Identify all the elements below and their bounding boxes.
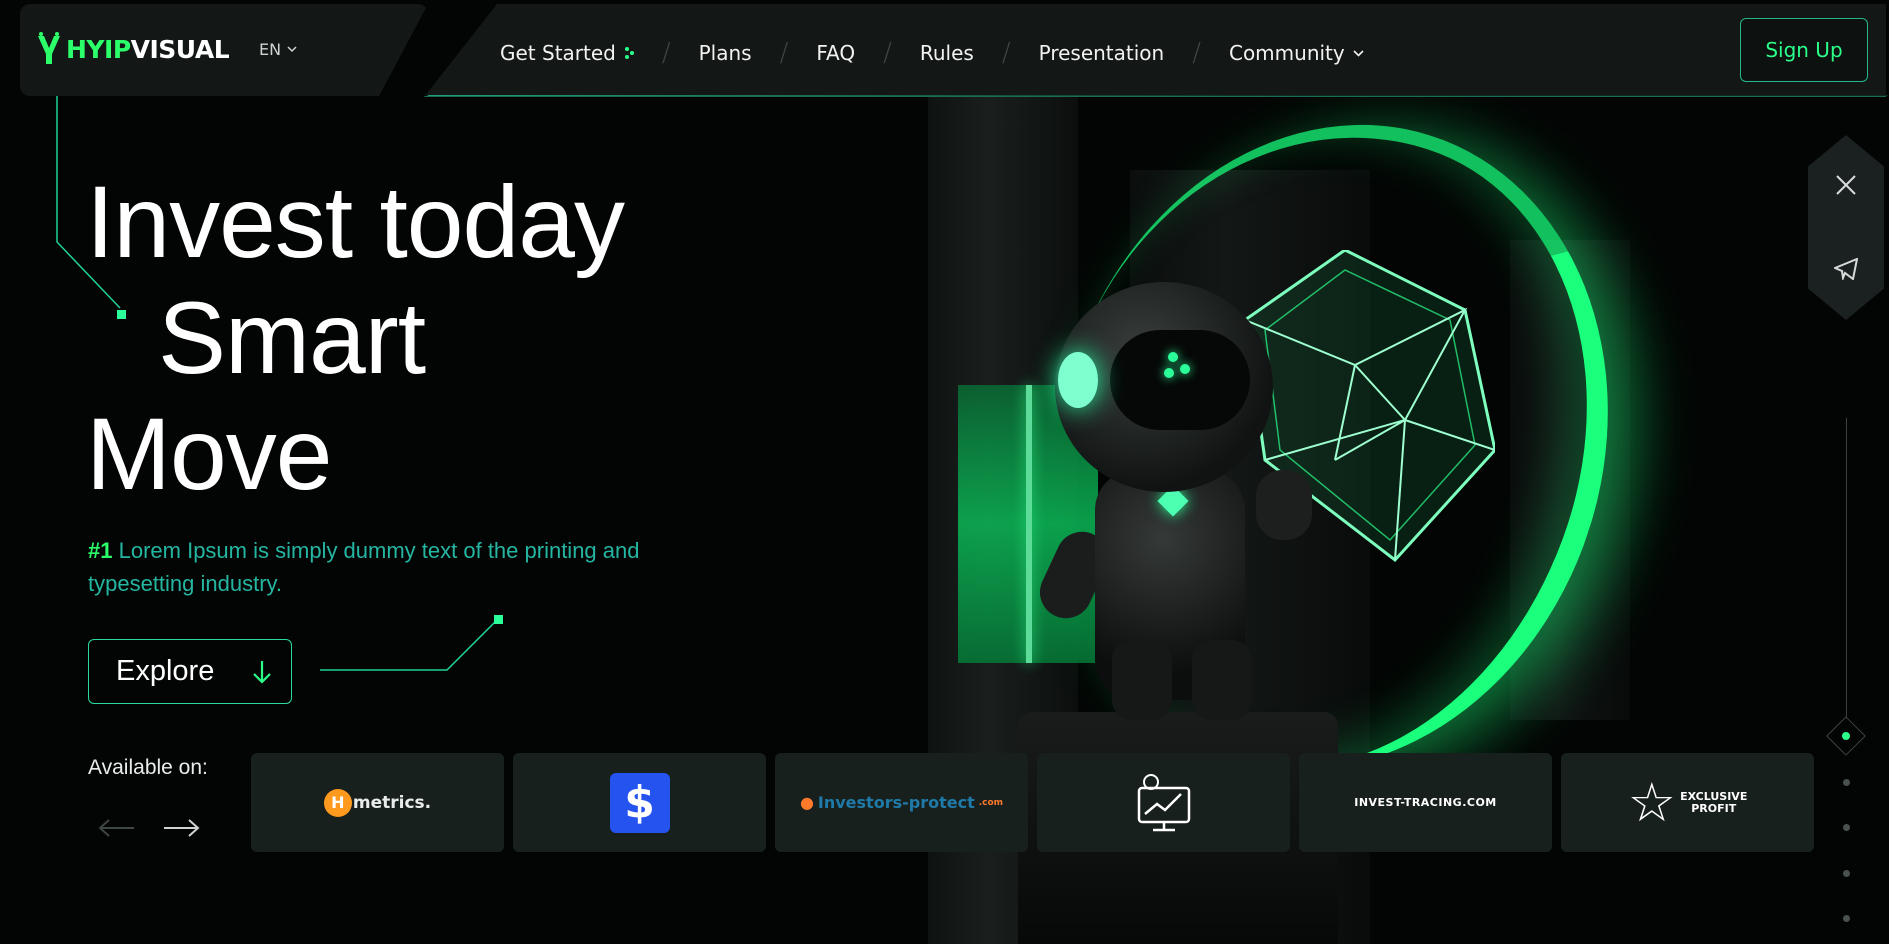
partner-card[interactable]: INVEST-TRACING.COM [1299, 753, 1552, 852]
scroll-dot[interactable] [1843, 824, 1850, 831]
partner-card[interactable]: ☆ EXCLUSIVE PROFIT [1561, 753, 1814, 852]
language-label: EN [259, 40, 282, 59]
partner-list: H metrics. $ ● Investors-protect .com IN… [251, 753, 1814, 852]
nav-faq[interactable]: FAQ [816, 41, 855, 65]
robot-eye [1058, 352, 1098, 408]
telegram-icon[interactable] [1826, 249, 1866, 289]
invest-tracing-logo: INVEST-TRACING.COM [1354, 796, 1497, 809]
arrow-down-icon [253, 660, 271, 684]
explore-button[interactable]: Explore [88, 639, 292, 704]
explore-label: Explore [116, 655, 215, 687]
hero-subtitle: #1 Lorem Ipsum is simply dummy text of t… [88, 534, 668, 600]
hero-subtitle-text: Lorem Ipsum is simply dummy text of the … [88, 538, 640, 596]
partner-card[interactable]: H metrics. [251, 753, 504, 852]
exclusive-profit-logo: ☆ EXCLUSIVE PROFIT [1627, 770, 1748, 834]
nav-presentation[interactable]: Presentation [1039, 41, 1165, 65]
chevron-down-icon [287, 46, 297, 53]
arrow-left-icon[interactable] [98, 818, 136, 838]
dots-icon [624, 47, 634, 59]
logo-icon [38, 32, 60, 64]
main-nav: Get Started / Plans / FAQ / Rules / Pres… [500, 38, 1364, 68]
nav-community[interactable]: Community [1229, 41, 1364, 65]
investors-protect-logo: ● Investors-protect .com [799, 793, 1004, 812]
logo-text: HYIPVISUAL [66, 34, 230, 64]
chevron-down-icon [1353, 49, 1364, 57]
star-icon: ☆ [1627, 770, 1677, 834]
partner-card[interactable]: ● Investors-protect .com [775, 753, 1028, 852]
partner-card[interactable]: $ [513, 753, 766, 852]
scroll-dot[interactable] [1843, 915, 1850, 922]
monitor-chart-icon [1137, 773, 1190, 831]
nav-plans[interactable]: Plans [699, 41, 752, 65]
scroll-dot[interactable] [1843, 779, 1850, 786]
available-on-label: Available on: [88, 756, 208, 779]
carousel-controls [98, 818, 200, 838]
x-twitter-icon[interactable] [1826, 165, 1866, 205]
hero-title-line2: Smart [158, 281, 426, 395]
scroll-dot[interactable] [1843, 870, 1850, 877]
partner-card[interactable] [1037, 753, 1290, 852]
language-selector[interactable]: EN [259, 40, 297, 59]
nav-get-started[interactable]: Get Started [500, 41, 634, 65]
social-panel [1808, 135, 1884, 320]
dollar-logo: $ [609, 772, 670, 833]
rank-badge: #1 [88, 538, 113, 563]
sign-up-button[interactable]: Sign Up [1740, 18, 1868, 82]
hero-title-line3: Move [86, 397, 332, 511]
arrow-right-icon[interactable] [162, 818, 200, 838]
site-logo[interactable]: HYIPVISUAL [36, 32, 230, 66]
hero-title: Invest today Smart Move [86, 164, 625, 512]
hero-title-line1: Invest today [86, 165, 625, 279]
scroll-track [1846, 418, 1847, 718]
nav-rules[interactable]: Rules [920, 41, 974, 65]
hmetrics-logo: H metrics. [323, 788, 431, 817]
